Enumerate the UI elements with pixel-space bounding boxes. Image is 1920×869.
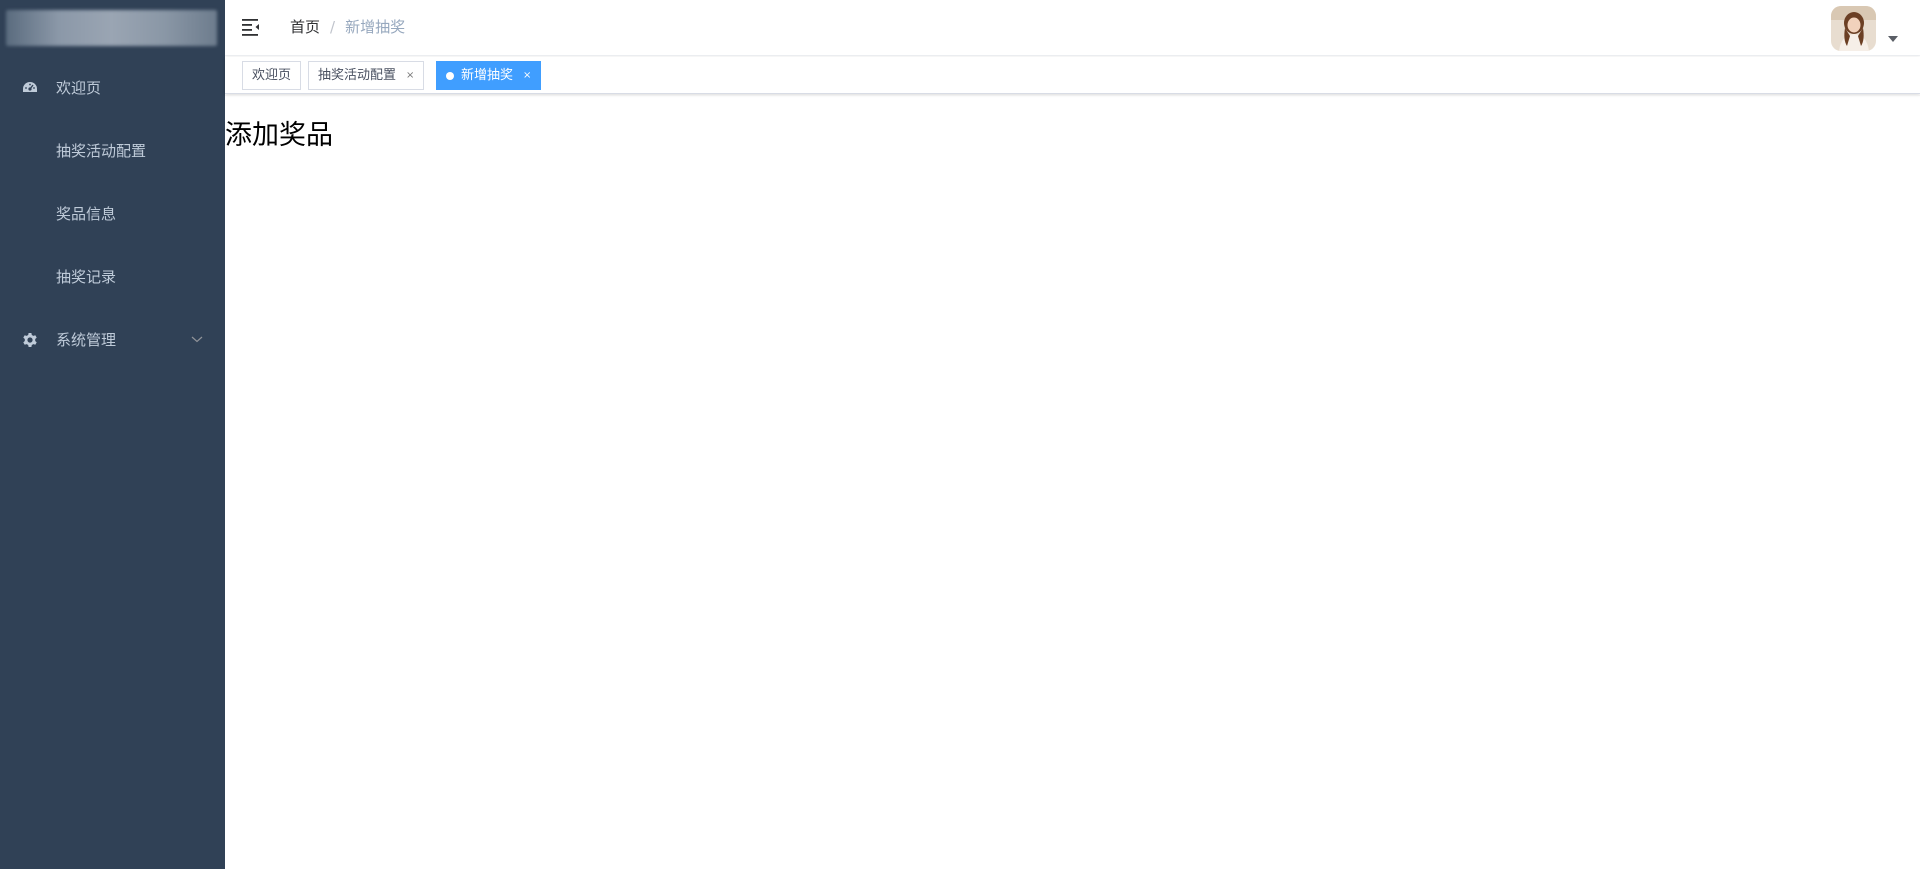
avatar[interactable] — [1831, 6, 1876, 51]
breadcrumb-home[interactable]: 首页 — [290, 17, 320, 37]
page-title: 添加奖品 — [225, 120, 333, 151]
gear-icon — [23, 333, 37, 347]
dashboard-icon — [23, 82, 37, 92]
hamburger-icon[interactable] — [242, 17, 262, 37]
breadcrumb-current: 新增抽奖 — [345, 18, 406, 36]
sidebar-item-prize-info[interactable]: 奖品信息 — [0, 182, 225, 245]
sidebar-item-label: 抽奖记录 — [56, 268, 117, 286]
sidebar-item-label: 抽奖活动配置 — [56, 142, 147, 160]
breadcrumb-separator: / — [330, 18, 336, 36]
avatar-image — [1831, 6, 1876, 51]
sidebar-item-label: 系统管理 — [56, 331, 117, 349]
logo[interactable] — [6, 10, 217, 46]
sidebar-item-welcome[interactable]: 欢迎页 — [0, 56, 225, 119]
tag-welcome[interactable]: 欢迎页 — [242, 61, 302, 90]
active-dot-icon — [446, 71, 454, 80]
sidebar-item-label: 欢迎页 — [56, 79, 102, 97]
tag-lottery-config[interactable]: 抽奖活动配置 × — [308, 61, 425, 90]
sidebar-item-lottery-config[interactable]: 抽奖活动配置 — [0, 119, 225, 182]
tag-label: 抽奖活动配置 — [318, 68, 397, 83]
sidebar-item-label: 奖品信息 — [56, 205, 117, 223]
caret-down-icon[interactable] — [1888, 36, 1898, 42]
tag-label: 欢迎页 — [252, 68, 292, 83]
sidebar-item-lottery-records[interactable]: 抽奖记录 — [0, 245, 225, 308]
breadcrumb: 首页 / 新增抽奖 — [290, 17, 405, 37]
tag-label: 新增抽奖 — [461, 68, 514, 83]
sidebar-menu: 欢迎页 抽奖活动配置 奖品信息 抽奖记录 系统管理 — [0, 56, 225, 371]
navbar: 首页 / 新增抽奖 — [225, 0, 1920, 56]
close-icon[interactable]: × — [523, 62, 531, 89]
tags-view: 欢迎页 抽奖活动配置 × 新增抽奖 × — [225, 57, 1920, 94]
main-content: 添加奖品 — [225, 95, 1920, 869]
close-icon[interactable]: × — [406, 62, 414, 89]
chevron-down-icon[interactable] — [191, 333, 203, 345]
sidebar-item-system-management[interactable]: 系统管理 — [0, 308, 225, 371]
sidebar: 欢迎页 抽奖活动配置 奖品信息 抽奖记录 系统管理 — [0, 0, 225, 869]
tag-new-lottery[interactable]: 新增抽奖 × — [436, 61, 542, 90]
